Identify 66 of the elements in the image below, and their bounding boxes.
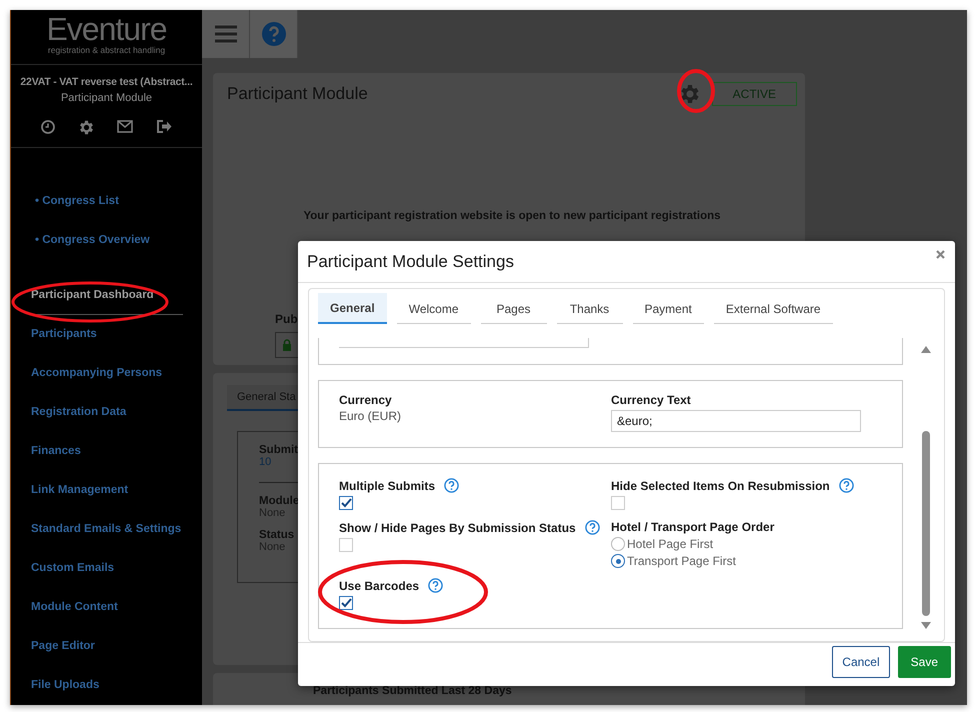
field-label: Currency xyxy=(339,393,393,407)
option-label: Multiple Submits xyxy=(339,478,435,492)
stat-label: Status xyxy=(259,529,296,541)
logo-name: Eventure xyxy=(46,12,167,46)
stat-label: Module xyxy=(259,495,300,507)
dialog-title: Participant Module Settings xyxy=(307,252,514,272)
nav-link[interactable]: Finances xyxy=(31,432,81,471)
logout-icon[interactable] xyxy=(157,120,172,133)
status-badge[interactable]: ACTIVE xyxy=(712,82,797,106)
status-message: Your participant registration website is open to new participant registrations xyxy=(302,210,722,222)
settings-tab[interactable]: External Software xyxy=(714,293,833,324)
nav-link[interactable]: Custom Emails xyxy=(31,549,114,588)
settings-tab[interactable]: Thanks xyxy=(556,293,622,324)
nav-link[interactable]: Page Editor xyxy=(31,627,95,666)
save-button[interactable]: Save xyxy=(898,646,951,678)
help-icon[interactable] xyxy=(428,578,444,593)
lock-icon xyxy=(282,339,292,351)
nav-link[interactable]: Participant Dashboard xyxy=(31,276,183,315)
settings-icon[interactable] xyxy=(78,120,94,135)
settings-icon[interactable] xyxy=(680,84,700,104)
annotation-ellipse xyxy=(677,69,715,113)
close-button[interactable] xyxy=(936,250,945,259)
help-icon[interactable] xyxy=(838,478,854,493)
stat-label: Submit xyxy=(259,444,299,456)
nav-link[interactable]: Registration Data xyxy=(31,393,126,432)
nav-link[interactable]: Participants xyxy=(31,315,97,354)
settings-tab[interactable]: Payment xyxy=(632,293,704,324)
clock-icon[interactable] xyxy=(40,120,55,134)
scroll-down-icon[interactable] xyxy=(921,622,931,629)
stat-value: 10 xyxy=(259,456,272,468)
checkbox[interactable] xyxy=(339,496,353,510)
checkbox[interactable] xyxy=(339,596,353,610)
mail-icon[interactable] xyxy=(117,120,134,133)
radio-label: Transport Page First xyxy=(627,554,736,568)
help-icon[interactable] xyxy=(584,520,600,535)
cancel-button[interactable]: Cancel xyxy=(832,646,890,678)
settings-tab[interactable]: Welcome xyxy=(396,293,470,324)
field-label: Currency Text xyxy=(611,393,692,407)
scrollbar-thumb[interactable] xyxy=(922,431,930,616)
scroll-up-icon[interactable] xyxy=(921,346,931,353)
nav-link[interactable]: • Congress List xyxy=(31,182,119,221)
radio-button[interactable] xyxy=(611,554,625,568)
nav-link[interactable]: Module Content xyxy=(31,588,118,627)
currency-text-field[interactable]: &euro; xyxy=(611,410,861,432)
option-label: Hide Selected Items On Resubmission xyxy=(611,478,830,492)
radio-label: Hotel Page First xyxy=(627,537,714,551)
field-label: Pub xyxy=(275,312,299,326)
option-label: Use Barcodes xyxy=(339,578,420,592)
menu-icon xyxy=(214,25,236,43)
option-label: Show / Hide Pages By Submission Status xyxy=(339,520,576,534)
option-label: Hotel / Transport Page Order xyxy=(611,520,774,534)
settings-tab[interactable]: General xyxy=(318,293,387,324)
help-icon[interactable] xyxy=(444,478,459,493)
nav-link[interactable]: • Congress Overview xyxy=(31,221,150,260)
nav-link[interactable]: File Uploads xyxy=(31,666,100,705)
radio-button[interactable] xyxy=(611,537,625,551)
module-name: Participant Module xyxy=(60,92,154,104)
nav-link[interactable]: Link Management xyxy=(31,471,128,510)
settings-tab[interactable]: Pages xyxy=(480,293,546,324)
logo-tagline: registration & abstract handling xyxy=(48,46,166,54)
nav-link[interactable]: Accompanying Persons xyxy=(31,354,162,393)
card-title: Participant Module xyxy=(227,84,368,104)
nav-link[interactable]: Standard Emails & Settings xyxy=(31,510,182,549)
event-title: 22VAT - VAT reverse test (Abstract... xyxy=(19,76,194,88)
field-value: Euro (EUR) xyxy=(339,409,402,423)
help-icon xyxy=(262,22,286,46)
